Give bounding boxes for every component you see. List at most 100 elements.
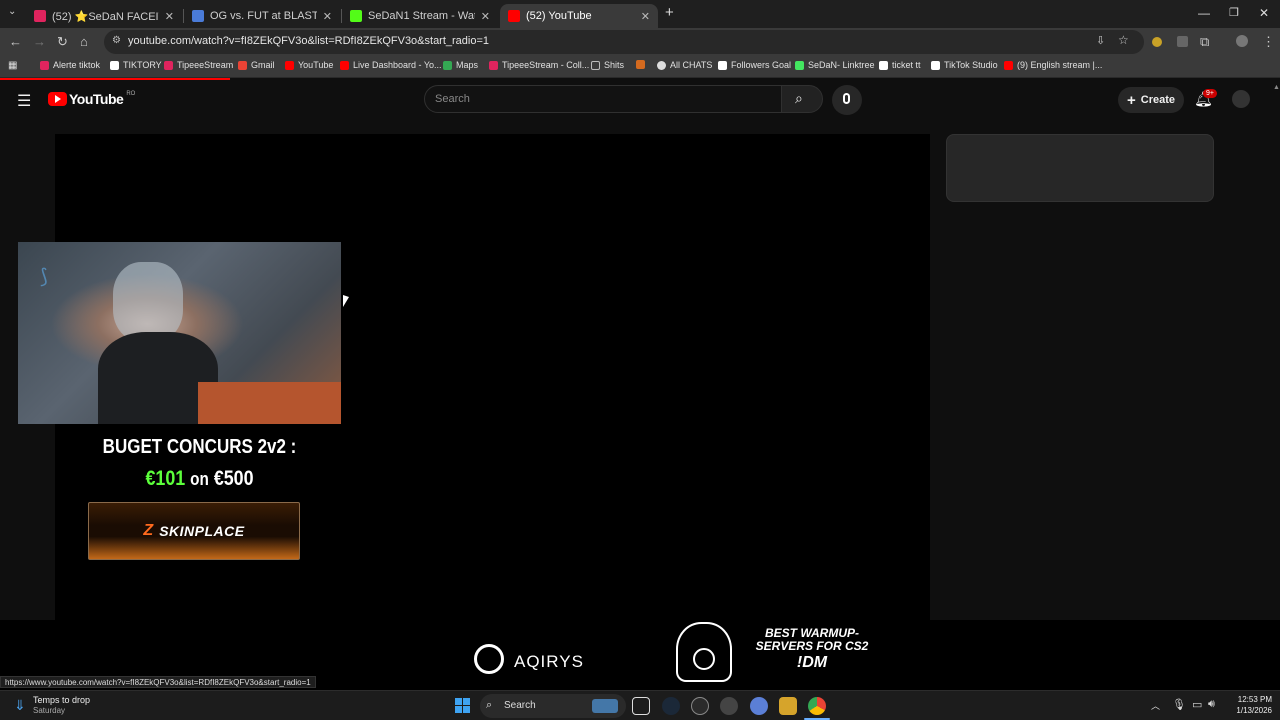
weather-subtitle: Saturday	[33, 706, 66, 715]
bookmark-tiktory[interactable]: TIKTORY	[110, 60, 162, 70]
install-app-icon[interactable]: ⇩	[1096, 34, 1105, 47]
contest-goal-amount: €500	[213, 467, 254, 490]
close-window-icon[interactable]: ✕	[1259, 6, 1269, 20]
guide-menu-icon[interactable]: ☰	[17, 91, 31, 111]
taskbar-search-box[interactable]: ⌕ Search	[480, 694, 626, 718]
bookmark-label: Alerte tiktok	[53, 60, 101, 70]
folder-icon	[591, 60, 600, 70]
search-highlight-icon	[592, 699, 618, 713]
bookmark-icon	[636, 60, 645, 69]
extensions-puzzle-icon[interactable]: ⧉	[1200, 34, 1209, 50]
tab-title: (52) ⭐SeDaN FACEIT/PREMIER	[52, 10, 159, 23]
tab-search-icon[interactable]: ⌄	[8, 6, 16, 17]
app-icon[interactable]	[750, 697, 768, 715]
search-input[interactable]: Search	[424, 85, 782, 113]
warmup-servers-ad: BEST WARMUP- SERVERS FOR CS2 !DM	[752, 627, 872, 671]
bookmark-maps[interactable]: Maps	[443, 60, 478, 70]
restore-icon[interactable]: ❐	[1229, 6, 1239, 19]
windows-start-icon[interactable]	[455, 698, 471, 714]
headphones-shape	[113, 262, 183, 342]
close-tab-icon[interactable]: ✕	[641, 10, 650, 23]
plus-icon: +	[1126, 91, 1136, 109]
close-tab-icon[interactable]: ✕	[481, 10, 490, 23]
bookmark-unnamed[interactable]	[636, 60, 649, 69]
home-icon[interactable]: ⌂	[80, 34, 88, 49]
weather-icon[interactable]: ⇓	[14, 697, 26, 714]
tray-overflow-icon[interactable]: ︿	[1151, 699, 1160, 712]
bookmark-tipeeestream[interactable]: TipeeeStream	[164, 60, 233, 70]
skinplace-logo-icon: Z	[143, 522, 154, 539]
extension-icon[interactable]	[1152, 37, 1162, 47]
bookmark-followers-goal[interactable]: Followers Goal	[718, 60, 791, 70]
bookmark-linktree[interactable]: SeDaN- Linktree	[795, 60, 875, 70]
youtube-play-logo-icon	[48, 92, 67, 106]
bookmark-english-stream[interactable]: (9) English stream |...	[1004, 60, 1102, 70]
microphone-tray-icon[interactable]: 🎙︎	[1172, 698, 1186, 711]
bookmark-gmail[interactable]: Gmail	[238, 60, 275, 70]
bookmark-alerte-tiktok[interactable]: Alerte tiktok	[40, 60, 100, 70]
bookmark-all-chats[interactable]: All CHATS	[657, 60, 712, 70]
kick-favicon-icon	[350, 10, 362, 22]
search-icon: ⌕	[486, 699, 493, 711]
address-bar[interactable]: ⚙ youtube.com/watch?v=fI8ZEkQFV3o&list=R…	[104, 30, 1144, 54]
linktree-icon	[795, 60, 804, 70]
close-tab-icon[interactable]: ✕	[165, 10, 174, 23]
new-tab-button[interactable]: +	[665, 4, 674, 21]
close-tab-icon[interactable]: ✕	[323, 10, 332, 23]
bookmark-tiktok-studio[interactable]: TikTok Studio	[931, 60, 998, 70]
microphone-icon	[843, 93, 850, 104]
volume-icon[interactable]: 🔊︎	[1208, 698, 1215, 711]
bookmark-icon	[40, 60, 49, 70]
bookmark-star-icon[interactable]: ☆	[1118, 33, 1129, 47]
youtube-logo[interactable]: YouTube RO	[48, 91, 135, 107]
sidebar-placeholder-card	[946, 134, 1214, 202]
bookmark-label: TipeeeStream - Coll...	[502, 60, 590, 70]
forward-icon[interactable]: →	[33, 34, 46, 49]
bookmark-folder-shits[interactable]: Shits	[591, 60, 624, 70]
address-url[interactable]: youtube.com/watch?v=fI8ZEkQFV3o&list=RDf…	[128, 35, 489, 47]
bookmark-label: (9) English stream |...	[1017, 60, 1103, 70]
site-favicon-icon	[192, 10, 204, 22]
contest-separator: on	[190, 469, 209, 489]
taskbar-search-label: Search	[504, 700, 536, 711]
weather-title[interactable]: Temps to drop	[33, 695, 90, 705]
network-icon[interactable]: ▭	[1192, 698, 1202, 711]
tab-youtube-active[interactable]: (52) YouTube ✕	[500, 4, 658, 28]
bookmark-label: Followers Goal	[731, 60, 792, 70]
extension-icon[interactable]	[1177, 36, 1188, 47]
back-icon[interactable]: ←	[9, 34, 22, 49]
bookmark-label: TikTok Studio	[944, 60, 998, 70]
browser-toolbar: ← → ↻ ⌂ ⚙ youtube.com/watch?v=fI8ZEkQFV3…	[0, 28, 1280, 56]
bookmark-youtube[interactable]: YouTube	[285, 60, 333, 70]
tab-sedan-faceit[interactable]: (52) ⭐SeDaN FACEIT/PREMIER ✕	[26, 4, 182, 28]
steam-icon[interactable]	[662, 697, 680, 715]
profile-avatar[interactable]	[1236, 35, 1248, 47]
taskbar-clock[interactable]: 12:53 PM 1/13/2026	[1224, 694, 1272, 716]
create-button[interactable]: + Create	[1118, 87, 1184, 113]
chair-logo-icon: ⟆	[40, 266, 48, 288]
task-view-icon[interactable]	[632, 697, 650, 715]
streamer-webcam-feed: ⟆	[18, 242, 341, 424]
bookmark-tipeeestream-coll[interactable]: TipeeeStream - Coll...	[489, 60, 589, 70]
chrome-icon[interactable]	[808, 697, 826, 715]
app-icon[interactable]	[779, 697, 797, 715]
tab-og-vs-fut[interactable]: OG vs. FUT at BLAST Bounty 20 ✕	[184, 4, 340, 28]
bookmark-live-dashboard[interactable]: Live Dashboard - Yo...	[340, 60, 442, 70]
chrome-menu-icon[interactable]: ⋮	[1262, 34, 1275, 50]
region-code: RO	[126, 91, 136, 97]
tab-sedan1-stream[interactable]: SeDaN1 Stream - Watch Live o ✕	[342, 4, 498, 28]
bookmark-ticket-tt[interactable]: ticket tt	[879, 60, 921, 70]
scrollbar-up-arrow[interactable]: ▲	[1273, 84, 1280, 91]
search-button[interactable]: ⌕	[781, 85, 823, 113]
reload-icon[interactable]: ↻	[57, 34, 68, 50]
bookmark-label: SeDaN- Linktree	[808, 60, 875, 70]
skinplace-sponsor-banner: Z SKINPLACE	[88, 502, 300, 560]
skinplace-label: SKINPLACE	[159, 523, 245, 539]
obs-icon[interactable]	[691, 697, 709, 715]
apps-grid-icon[interactable]: ▦	[8, 60, 17, 71]
site-info-icon[interactable]: ⚙	[112, 35, 121, 46]
app-icon[interactable]	[720, 697, 738, 715]
minimize-icon[interactable]: —	[1198, 6, 1210, 20]
account-avatar[interactable]	[1232, 90, 1250, 108]
voice-search-button[interactable]	[832, 85, 862, 115]
